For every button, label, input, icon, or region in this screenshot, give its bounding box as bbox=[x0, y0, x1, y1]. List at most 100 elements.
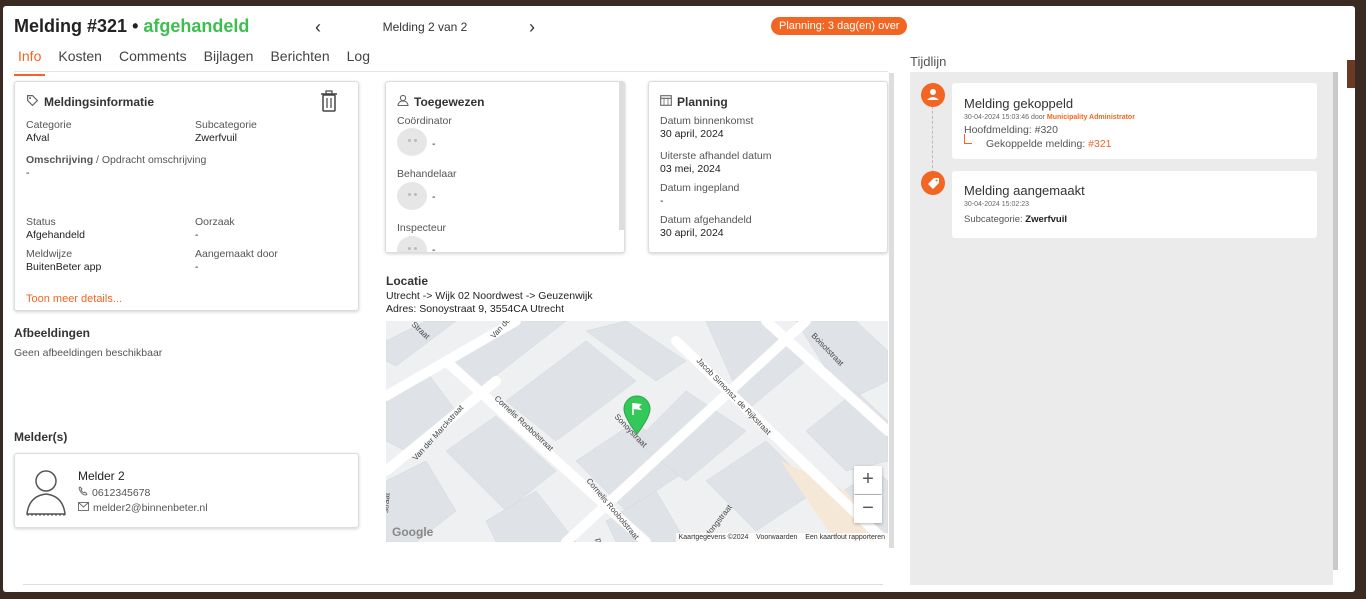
uiterste-label: Uiterste afhandel datum bbox=[660, 150, 772, 162]
binnenkomst-value: 30 april, 2024 bbox=[660, 128, 724, 140]
aangemaakt-label: Aangemaakt door bbox=[195, 248, 278, 260]
melding-number: Melding #321 bbox=[14, 16, 128, 36]
card-scrollbar[interactable] bbox=[619, 82, 624, 230]
locatie-title: Locatie bbox=[386, 274, 429, 288]
timeline-line: Hoofdmelding: #320 bbox=[964, 124, 1135, 136]
meldwijze-field: Meldwijze BuitenBeter app bbox=[26, 248, 101, 273]
tijdlijn-scrollbar[interactable] bbox=[1333, 72, 1338, 570]
melding-pager: ‹ Melding 2 van 2 › bbox=[315, 18, 535, 38]
avatar bbox=[397, 182, 427, 210]
meldwijze-value: BuitenBeter app bbox=[26, 261, 102, 273]
categorie-value: Afval bbox=[26, 132, 50, 144]
trash-icon[interactable] bbox=[320, 90, 338, 112]
card-header: Toegewezen bbox=[397, 94, 484, 109]
categorie-field: Categorie Afval bbox=[26, 119, 72, 144]
melder-phone-row: 0612345678 bbox=[78, 486, 150, 499]
tabs-divider bbox=[14, 71, 888, 72]
behandelaar-value: - bbox=[432, 191, 436, 203]
avatar bbox=[397, 236, 427, 252]
omschrijving-field: Omschrijving / Opdracht omschrijving - bbox=[26, 154, 206, 179]
tag-icon bbox=[26, 94, 39, 110]
map-marker-icon[interactable] bbox=[622, 395, 652, 440]
location-map[interactable]: Cornelis Roobolstraat Van der Marckstraa… bbox=[386, 321, 888, 542]
status-label: afgehandeld bbox=[143, 16, 250, 36]
branch-icon bbox=[964, 134, 972, 144]
card-title: Planning bbox=[677, 94, 728, 109]
chevron-right-icon[interactable]: › bbox=[529, 18, 535, 36]
timeline-heading: Melding gekoppeld bbox=[964, 96, 1074, 111]
uiterste-value: 03 mei, 2024 bbox=[660, 163, 721, 175]
status-label-text: Status bbox=[26, 216, 56, 228]
binnenkomst-label: Datum binnenkomst bbox=[660, 115, 754, 127]
zoom-in-button[interactable]: + bbox=[854, 466, 882, 494]
melder-email: melder2@binnenbeter.nl bbox=[93, 502, 208, 514]
timeline-heading: Melding aangemaakt bbox=[964, 183, 1085, 198]
melder-name: Melder 2 bbox=[78, 469, 125, 483]
map-report-link[interactable]: Een kaartfout rapporteren bbox=[805, 534, 885, 541]
user-icon bbox=[397, 94, 409, 109]
inspecteur-value: - bbox=[432, 244, 436, 253]
oorzaak-label: Oorzaak bbox=[195, 216, 235, 228]
afbeeldingen-empty: Geen afbeeldingen beschikbaar bbox=[14, 347, 163, 359]
pager-label: Melding 2 van 2 bbox=[382, 20, 468, 34]
tijdlijn-title: Tijdlijn bbox=[910, 54, 947, 69]
aangemaakt-field: Aangemaakt door - bbox=[195, 248, 278, 273]
inspecteur-label: Inspecteur bbox=[397, 222, 447, 234]
aangemaakt-value: - bbox=[195, 261, 199, 273]
more-details-link[interactable]: Toon meer details... bbox=[26, 293, 122, 305]
timeline-line: Subcategorie: Zwerfvuil bbox=[964, 214, 1085, 225]
locatie-path: Utrecht -> Wijk 02 Noordwest -> Geuzenwi… bbox=[386, 290, 593, 302]
coordinator-label: Coördinator bbox=[397, 115, 452, 127]
omschrijving-suffix: / Opdracht omschrijving bbox=[93, 154, 207, 166]
zoom-out-button[interactable]: − bbox=[854, 495, 882, 523]
timeline-meta: 30-04-2024 15:03:46 door Municipality Ad… bbox=[964, 114, 1135, 121]
link-icon bbox=[921, 83, 945, 107]
ingepland-label: Datum ingepland bbox=[660, 182, 740, 194]
map-footer: Kaartgegevens ©2024 Voorwaarden Een kaar… bbox=[675, 533, 888, 542]
timeline-item: Melding aangemaakt 30-04-2024 15:02:23 S… bbox=[952, 171, 1317, 238]
behandelaar-label: Behandelaar bbox=[397, 168, 457, 180]
melder-card: Melder 2 0612345678 melder2@binnenbeter.… bbox=[14, 453, 359, 528]
timeline-date: 30-04-2024 15:03:46 door bbox=[964, 114, 1047, 121]
card-title: Meldingsinformatie bbox=[44, 95, 155, 109]
hoofdmelding-label: Hoofdmelding: bbox=[964, 124, 1035, 136]
status-value: Afgehandeld bbox=[26, 229, 85, 241]
phone-icon bbox=[78, 486, 88, 499]
card-title: Toegewezen bbox=[414, 94, 485, 109]
ingepland-field: Datum ingepland - bbox=[660, 182, 739, 207]
content-bottom-divider bbox=[23, 584, 883, 585]
timeline-item: Melding gekoppeld 30-04-2024 15:03:46 do… bbox=[952, 83, 1317, 159]
background-accent bbox=[1347, 60, 1355, 88]
melder-email-row: melder2@binnenbeter.nl bbox=[78, 502, 208, 514]
binnenkomst-field: Datum binnenkomst 30 april, 2024 bbox=[660, 115, 753, 140]
calendar-icon bbox=[660, 94, 672, 109]
ingepland-value: - bbox=[660, 195, 664, 207]
google-logo: Google bbox=[392, 525, 434, 539]
gekoppelde-label: Gekoppelde melding: bbox=[986, 138, 1089, 150]
oorzaak-field: Oorzaak - bbox=[195, 216, 235, 241]
user-avatar-icon bbox=[25, 466, 67, 521]
uiterste-field: Uiterste afhandel datum 03 mei, 2024 bbox=[660, 150, 771, 175]
meldwijze-label: Meldwijze bbox=[26, 248, 73, 260]
planning-badge: Planning: 3 dag(en) over bbox=[771, 17, 908, 35]
status-field: Status Afgehandeld bbox=[26, 216, 85, 241]
omschrijving-value: - bbox=[26, 167, 30, 179]
afgehandeld-value: 30 april, 2024 bbox=[660, 227, 724, 239]
omschrijving-label: Omschrijving bbox=[26, 154, 94, 166]
subcategorie-label: Subcategorie: bbox=[964, 214, 1026, 225]
gekoppelde-link[interactable]: #321 bbox=[1088, 138, 1111, 150]
hoofdmelding-value: #320 bbox=[1034, 124, 1058, 136]
map-terms-link[interactable]: Voorwaarden bbox=[756, 534, 797, 541]
meldingsinformatie-card: Meldingsinformatie Categorie Afval Subca… bbox=[14, 81, 359, 311]
afgehandeld-label: Datum afgehandeld bbox=[660, 214, 752, 226]
timeline-connector bbox=[932, 106, 933, 178]
page-title: Melding #321 • afgehandeld bbox=[14, 16, 249, 37]
content-scrollbar[interactable] bbox=[889, 73, 894, 548]
timeline-line: Gekoppelde melding: #321 bbox=[964, 134, 1135, 150]
melding-modal: Melding #321 • afgehandeld ‹ Melding 2 v… bbox=[3, 6, 1355, 592]
coordinator-value: - bbox=[432, 138, 436, 150]
oorzaak-value: - bbox=[195, 229, 199, 241]
subcategorie-value: Zwerfvuil bbox=[1025, 214, 1067, 225]
toegewezen-card: Toegewezen Coördinator - Behandelaar - I… bbox=[385, 81, 625, 253]
avatar bbox=[397, 128, 427, 156]
